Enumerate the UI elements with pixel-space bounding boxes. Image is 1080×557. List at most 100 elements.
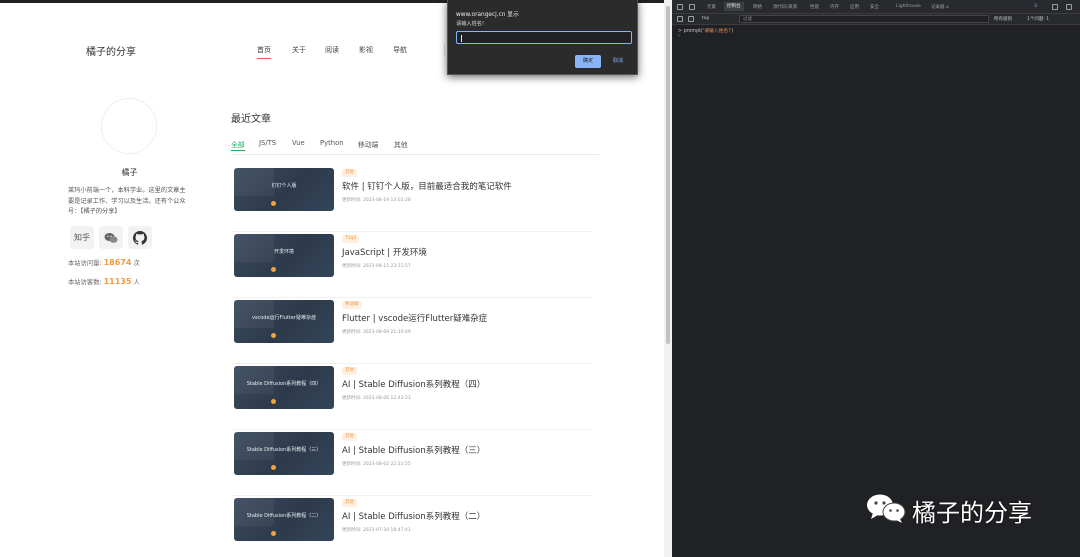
settings-icon[interactable] bbox=[1052, 4, 1058, 10]
site-logo[interactable]: 橘子的分享 bbox=[86, 43, 136, 58]
orange-logo-icon bbox=[271, 531, 276, 536]
article-title[interactable]: AI | Stable Diffusion系列教程（四） bbox=[342, 378, 485, 390]
article-card[interactable]: Stable Diffusion系列教程（二） 其他 AI | Stable D… bbox=[231, 496, 593, 557]
article-thumbnail[interactable]: 钉钉个人版 bbox=[234, 168, 334, 211]
tab-application[interactable]: 应用 bbox=[850, 4, 859, 10]
article-card[interactable]: 开发环境 TS/JS JavaScript | 开发环境 更新时间: 2023-… bbox=[231, 232, 593, 298]
context-select[interactable]: top bbox=[702, 16, 709, 21]
visits-unit: 次 bbox=[133, 260, 140, 267]
watermark: 橘子的分享 bbox=[865, 489, 1045, 529]
article-title[interactable]: Flutter | vscode运行Flutter疑难杂症 bbox=[342, 312, 487, 324]
thumbnail-title: Stable Diffusion系列教程（二） bbox=[246, 513, 322, 519]
orange-logo-icon bbox=[271, 399, 276, 404]
tab-lighthouse[interactable]: Lighthouse bbox=[896, 4, 921, 9]
author-bio: 莱玛小前端一个，本科学业。这里的文章主要是记录工作、学习以及生活。还有个公众号：… bbox=[68, 187, 186, 215]
nav-item-movies[interactable]: 影视 bbox=[359, 45, 373, 55]
article-title[interactable]: AI | Stable Diffusion系列教程（三） bbox=[342, 444, 485, 456]
sidebar-toggle-icon[interactable] bbox=[677, 16, 683, 22]
article-thumbnail[interactable]: Stable Diffusion系列教程（四） bbox=[234, 366, 334, 409]
nav-item-reading[interactable]: 阅读 bbox=[325, 45, 339, 55]
article-title[interactable]: JavaScript | 开发环境 bbox=[342, 246, 427, 258]
inspect-icon[interactable] bbox=[677, 4, 683, 10]
console-string: '请输入姓名!' bbox=[702, 29, 732, 34]
article-thumbnail[interactable]: Stable Diffusion系列教程（三） bbox=[234, 432, 334, 475]
tab-memory[interactable]: 内存 bbox=[830, 4, 839, 10]
article-thumbnail[interactable]: Stable Diffusion系列教程（二） bbox=[234, 498, 334, 541]
nav-item-links[interactable]: 导航 bbox=[393, 45, 407, 55]
tab-python[interactable]: Python bbox=[320, 139, 344, 147]
log-levels-dropdown[interactable]: 所有级别 bbox=[994, 16, 1012, 22]
category-badge: 其他 bbox=[342, 499, 357, 507]
article-card[interactable]: Stable Diffusion系列教程（三） 其他 AI | Stable D… bbox=[231, 430, 593, 496]
ok-button[interactable]: 确定 bbox=[575, 55, 601, 68]
article-thumbnail[interactable]: 开发环境 bbox=[234, 234, 334, 277]
orange-logo-icon bbox=[271, 333, 276, 338]
article-time: 更新时间: 2023-08-15 23:31:57 bbox=[342, 264, 411, 269]
tab-security[interactable]: 安全 bbox=[870, 4, 879, 10]
article-title[interactable]: AI | Stable Diffusion系列教程（二） bbox=[342, 510, 485, 522]
scrollbar-thumb[interactable] bbox=[666, 6, 670, 344]
section-title: 最近文章 bbox=[231, 114, 271, 125]
tab-elements[interactable]: 元素 bbox=[707, 4, 716, 10]
screen: 橘子的分享 首页 关于 阅读 影视 导航 橘子 莱玛小前端一个，本科学业。这里的… bbox=[0, 0, 1080, 557]
issues-count[interactable]: 1个问题: 1 bbox=[1027, 16, 1049, 22]
tab-sources[interactable]: 源代码/来源 bbox=[773, 4, 797, 10]
console-prompt[interactable]: › bbox=[678, 34, 680, 39]
tab-recorder[interactable]: 记录器 ⌂ bbox=[931, 4, 949, 10]
article-time: 更新时间: 2023-08-02 22:21:55 bbox=[342, 462, 411, 467]
article-card[interactable]: Stable Diffusion系列教程（四） 其他 AI | Stable D… bbox=[231, 364, 593, 430]
category-badge: 其他 bbox=[342, 367, 357, 375]
wechat-icon[interactable] bbox=[99, 226, 123, 249]
visitors-unit: 人 bbox=[133, 279, 140, 286]
category-badge: 其他 bbox=[342, 433, 357, 441]
article-title[interactable]: 软件 | 钉钉个人版，目前最适合我的笔记软件 bbox=[342, 180, 512, 192]
thumbnail-title: 开发环境 bbox=[273, 249, 294, 255]
zhihu-link[interactable]: 知乎 bbox=[70, 226, 94, 249]
devtools-panel: 元素 控制台 网络 源代码/来源 性能 内存 应用 安全 Lighthouse … bbox=[672, 0, 1080, 557]
github-icon[interactable] bbox=[128, 226, 152, 249]
prompt-dialog: www.orangecj.cn 显示 请输入姓名! 确定 取消 bbox=[447, 0, 638, 75]
tab-performance[interactable]: 性能 bbox=[810, 4, 819, 10]
prompt-input[interactable] bbox=[456, 31, 632, 44]
visits-value: 18674 bbox=[103, 258, 132, 267]
thumbnail-title: 钉钉个人版 bbox=[271, 183, 297, 189]
clear-console-icon[interactable] bbox=[688, 16, 694, 22]
issues-badge[interactable]: 3 bbox=[1034, 4, 1037, 9]
tab-console[interactable]: 控制台 bbox=[724, 2, 744, 11]
thumbnail-title: Stable Diffusion系列教程（三） bbox=[246, 447, 322, 453]
console-filter-input[interactable]: 过滤 bbox=[739, 15, 989, 23]
tab-network[interactable]: 网络 bbox=[753, 4, 762, 10]
tab-mobile[interactable]: 移动端 bbox=[358, 139, 378, 149]
category-badge: 其他 bbox=[342, 169, 357, 177]
visitors-stat: 本站访客数: 11135 人 bbox=[68, 277, 140, 286]
console-function: prompt( bbox=[683, 29, 703, 34]
watermark-text: 橘子的分享 bbox=[912, 499, 1032, 527]
wechat-icon bbox=[867, 494, 906, 523]
more-icon[interactable] bbox=[1066, 4, 1072, 10]
tab-js-ts[interactable]: JS/TS bbox=[259, 139, 276, 147]
thumbnail-title: Stable Diffusion系列教程（四） bbox=[246, 381, 322, 387]
article-time: 更新时间: 2023-08-06 12:43:23 bbox=[342, 396, 411, 401]
thumbnail-title: vscode运行Flutter疑难杂症 bbox=[251, 315, 317, 321]
cancel-button[interactable]: 取消 bbox=[605, 55, 631, 68]
avatar bbox=[101, 98, 157, 154]
visits-stat: 本站访问量: 18674 次 bbox=[68, 258, 140, 267]
article-time: 更新时间: 2023-07-30 18:47:41 bbox=[342, 528, 411, 533]
article-time: 更新时间: 2023-08-19 13:03:28 bbox=[342, 198, 411, 203]
device-toggle-icon[interactable] bbox=[689, 4, 695, 10]
console-entry: > prompt('请输入姓名!') bbox=[678, 27, 733, 34]
nav-item-home[interactable]: 首页 bbox=[257, 45, 271, 59]
visitors-label: 本站访客数: bbox=[68, 279, 102, 286]
dialog-origin: www.orangecj.cn 显示 bbox=[456, 12, 519, 18]
nav-item-about[interactable]: 关于 bbox=[292, 45, 306, 55]
visits-label: 本站访问量: bbox=[68, 260, 102, 267]
article-thumbnail[interactable]: vscode运行Flutter疑难杂症 bbox=[234, 300, 334, 343]
tab-vue[interactable]: Vue bbox=[292, 139, 305, 147]
console-close: ) bbox=[731, 29, 734, 34]
tab-other[interactable]: 其他 bbox=[394, 139, 408, 149]
orange-logo-icon bbox=[271, 201, 276, 206]
tabs-divider bbox=[231, 154, 599, 155]
article-card[interactable]: 钉钉个人版 其他 软件 | 钉钉个人版，目前最适合我的笔记软件 更新时间: 20… bbox=[231, 166, 593, 232]
tab-all[interactable]: 全部 bbox=[231, 139, 245, 151]
article-card[interactable]: vscode运行Flutter疑难杂症 移动端 Flutter | vscode… bbox=[231, 298, 593, 364]
